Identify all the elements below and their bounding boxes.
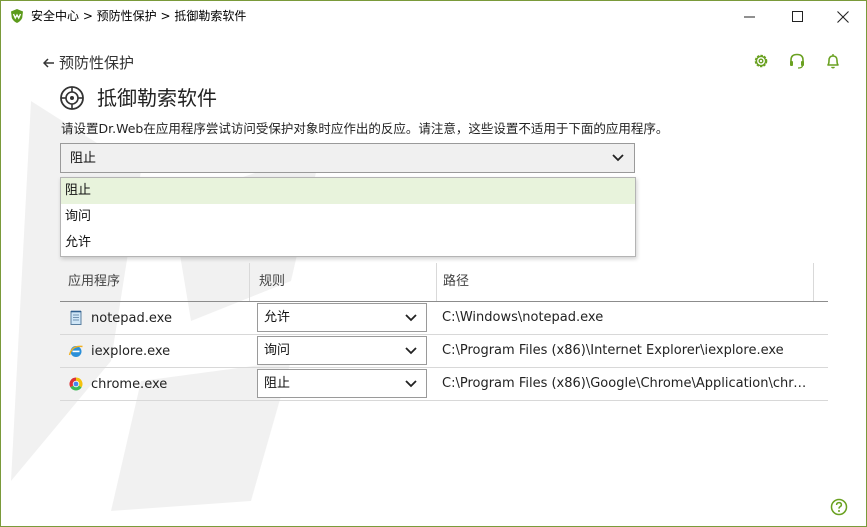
page-title: 抵御勒索软件 — [97, 86, 217, 110]
back-link-label: 预防性保护 — [59, 54, 135, 72]
app-path: C:\Windows\notepad.exe — [442, 310, 604, 325]
column-header-app[interactable]: 应用程序 — [68, 263, 120, 301]
rule-select[interactable]: 允许 — [257, 303, 427, 332]
column-header-path[interactable]: 路径 — [443, 263, 469, 301]
page-description: 请设置Dr.Web在应用程序尝试访问受保护对象时应作出的反应。请注意，这些设置不… — [61, 121, 669, 136]
title-bar: 安全中心 > 预防性保护 > 抵御勒索软件 — [1, 1, 866, 32]
reaction-select-value: 阻止 — [70, 151, 97, 166]
app-cell: iexplore.exe — [68, 335, 170, 367]
chevron-down-icon — [405, 347, 417, 355]
minimize-button[interactable] — [726, 1, 772, 32]
ransomware-shield-icon — [60, 86, 84, 110]
arrow-left-icon — [43, 58, 54, 68]
app-name: chrome.exe — [91, 376, 168, 392]
rule-select[interactable]: 阻止 — [257, 369, 427, 398]
chrome-icon — [69, 377, 83, 391]
rule-select-value: 询问 — [264, 343, 291, 358]
table-header: 应用程序 规则 路径 — [60, 263, 828, 302]
reaction-select[interactable]: 阻止 — [60, 143, 635, 173]
top-icons — [752, 52, 842, 70]
dropdown-option-ask[interactable]: 询问 — [61, 204, 635, 230]
close-icon — [837, 10, 849, 23]
apps-table: 应用程序 规则 路径 notepad.exe 允许 C:\Windows\not… — [60, 263, 828, 401]
app-name: iexplore.exe — [91, 343, 171, 359]
window-title: 安全中心 > 预防性保护 > 抵御勒索软件 — [31, 9, 247, 23]
internet-explorer-icon — [68, 345, 83, 357]
app-path: C:\Program Files (x86)\Internet Explorer… — [442, 343, 784, 358]
minimize-icon — [743, 16, 755, 18]
drweb-logo-icon — [11, 9, 23, 23]
chevron-down-icon — [405, 314, 417, 322]
dropdown-option-allow[interactable]: 允许 — [61, 230, 635, 256]
rule-select-value: 阻止 — [264, 376, 291, 391]
page-heading: 抵御勒索软件 — [59, 84, 217, 112]
chevron-down-icon — [612, 154, 624, 162]
help-icon[interactable] — [830, 498, 848, 516]
maximize-icon — [791, 11, 803, 22]
rule-select-value: 允许 — [264, 310, 291, 325]
table-row[interactable]: notepad.exe 允许 C:\Windows\notepad.exe — [60, 302, 828, 335]
table-row[interactable]: iexplore.exe 询问 C:\Program Files (x86)\I… — [60, 335, 828, 368]
headset-icon[interactable] — [788, 52, 806, 70]
app-cell: notepad.exe — [68, 302, 172, 334]
maximize-button[interactable] — [774, 1, 820, 32]
chevron-down-icon — [405, 380, 417, 388]
back-link[interactable]: 预防性保护 — [43, 52, 134, 74]
app-path: C:\Program Files (x86)\Google\Chrome\App… — [442, 376, 814, 391]
table-row[interactable]: chrome.exe 阻止 C:\Program Files (x86)\Goo… — [60, 368, 828, 401]
column-header-rule[interactable]: 规则 — [259, 263, 285, 301]
reaction-dropdown: 阻止 询问 允许 — [60, 177, 636, 257]
bell-icon[interactable] — [824, 52, 842, 70]
close-button[interactable] — [820, 1, 866, 32]
column-divider[interactable] — [813, 263, 814, 301]
notepad-icon — [70, 310, 82, 325]
app-name: notepad.exe — [91, 310, 172, 326]
app-window: 安全中心 > 预防性保护 > 抵御勒索软件 预防性保护 抵御勒索软件 请设置Dr… — [0, 0, 867, 527]
column-divider[interactable] — [249, 263, 250, 301]
rule-select[interactable]: 询问 — [257, 336, 427, 365]
gear-icon[interactable] — [752, 52, 770, 70]
dropdown-option-block[interactable]: 阻止 — [61, 178, 635, 204]
app-cell: chrome.exe — [68, 368, 167, 400]
column-divider[interactable] — [436, 263, 437, 301]
